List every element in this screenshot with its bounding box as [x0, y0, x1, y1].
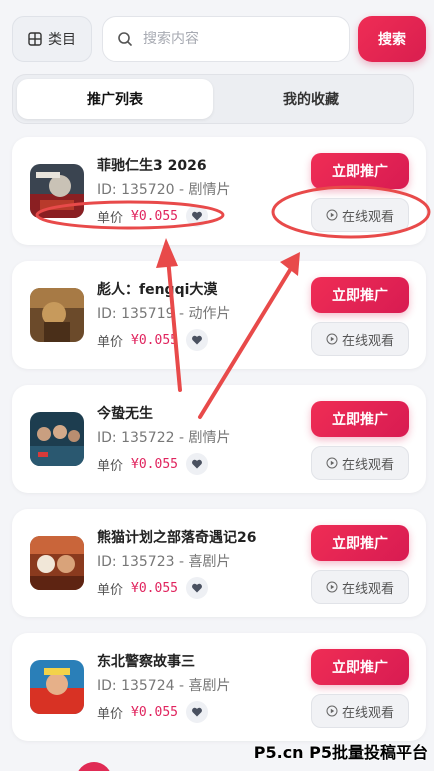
list-item: 熊猫计划之部落奇遇记26 ID: 135723 - 喜剧片 单价 ¥0.055 … — [12, 509, 426, 617]
promote-button[interactable]: 立即推广 — [311, 649, 409, 685]
price-label: 单价 — [97, 210, 124, 226]
item-title: 熊猫计划之部落奇遇记26 — [97, 530, 257, 546]
play-icon — [326, 457, 338, 469]
search-input[interactable] — [143, 31, 333, 47]
item-title: 东北警察故事三 — [97, 654, 195, 670]
price-label: 单价 — [97, 334, 124, 350]
promote-button[interactable]: 立即推广 — [311, 153, 409, 189]
list-item: 菲驰仁生3 2026 ID: 135720 - 剧情片 单价 ¥0.055 立即… — [12, 137, 426, 245]
tab-promo-list[interactable]: 推广列表 — [17, 79, 213, 119]
category-button[interactable]: 类目 — [12, 16, 92, 62]
watch-online-button[interactable]: 在线观看 — [311, 322, 409, 356]
price-value: ¥0.055 — [131, 332, 178, 348]
grid-icon — [28, 32, 42, 46]
promote-button[interactable]: 立即推广 — [311, 401, 409, 437]
watch-label: 在线观看 — [341, 457, 394, 473]
watch-label: 在线观看 — [341, 333, 394, 349]
watch-label: 在线观看 — [341, 705, 394, 721]
heart-icon[interactable] — [185, 205, 208, 227]
item-title: 彪人：fengqi大漠 — [97, 282, 218, 298]
watermark-text: P5.cn P5批量投稿平台 — [253, 743, 428, 762]
price-row: 单价 ¥0.055 — [97, 205, 208, 227]
poster-image — [30, 288, 84, 342]
heart-icon[interactable] — [185, 577, 208, 599]
poster-image — [30, 164, 84, 218]
watch-label: 在线观看 — [341, 209, 394, 225]
play-icon — [326, 209, 338, 221]
top-bar: 类目 搜索 — [12, 16, 426, 64]
item-title: 菲驰仁生3 2026 — [97, 158, 207, 174]
promote-button[interactable]: 立即推广 — [311, 277, 409, 313]
tab-bar: 推广列表 我的收藏 — [12, 74, 414, 124]
heart-icon[interactable] — [185, 329, 208, 351]
watch-online-button[interactable]: 在线观看 — [311, 198, 409, 232]
item-title: 今蛰无生 — [97, 406, 153, 422]
item-meta: ID: 135722 - 剧情片 — [97, 430, 231, 446]
watch-online-button[interactable]: 在线观看 — [311, 570, 409, 604]
price-value: ¥0.055 — [131, 704, 178, 720]
price-label: 单价 — [97, 458, 124, 474]
price-row: 单价 ¥0.055 — [97, 329, 208, 351]
poster-image — [30, 660, 84, 714]
price-row: 单价 ¥0.055 — [97, 453, 208, 475]
list-item: 今蛰无生 ID: 135722 - 剧情片 单价 ¥0.055 立即推广 在线观… — [12, 385, 426, 493]
item-meta: ID: 135723 - 喜剧片 — [97, 554, 231, 570]
play-icon — [326, 333, 338, 345]
price-value: ¥0.055 — [131, 580, 178, 596]
price-label: 单价 — [97, 582, 124, 598]
list-item: 东北警察故事三 ID: 135724 - 喜剧片 单价 ¥0.055 立即推广 … — [12, 633, 426, 741]
promote-button[interactable]: 立即推广 — [311, 525, 409, 561]
price-value: ¥0.055 — [131, 456, 178, 472]
floating-button[interactable] — [76, 762, 112, 771]
poster-image — [30, 536, 84, 590]
list-item: 彪人：fengqi大漠 ID: 135719 - 动作片 单价 ¥0.055 立… — [12, 261, 426, 369]
search-box — [102, 16, 350, 62]
item-meta: ID: 135719 - 动作片 — [97, 306, 231, 322]
search-icon — [118, 32, 132, 46]
watch-online-button[interactable]: 在线观看 — [311, 446, 409, 480]
heart-icon[interactable] — [185, 453, 208, 475]
tab-favorites[interactable]: 我的收藏 — [213, 79, 409, 119]
item-meta: ID: 135720 - 剧情片 — [97, 182, 231, 198]
play-icon — [326, 705, 338, 717]
price-label: 单价 — [97, 706, 124, 722]
price-row: 单价 ¥0.055 — [97, 577, 208, 599]
heart-icon[interactable] — [185, 701, 208, 723]
watch-online-button[interactable]: 在线观看 — [311, 694, 409, 728]
item-meta: ID: 135724 - 喜剧片 — [97, 678, 231, 694]
search-button[interactable]: 搜索 — [358, 16, 426, 62]
poster-image — [30, 412, 84, 466]
price-value: ¥0.055 — [131, 208, 178, 224]
price-row: 单价 ¥0.055 — [97, 701, 208, 723]
category-label: 类目 — [48, 32, 76, 48]
watch-label: 在线观看 — [341, 581, 394, 597]
play-icon — [326, 581, 338, 593]
